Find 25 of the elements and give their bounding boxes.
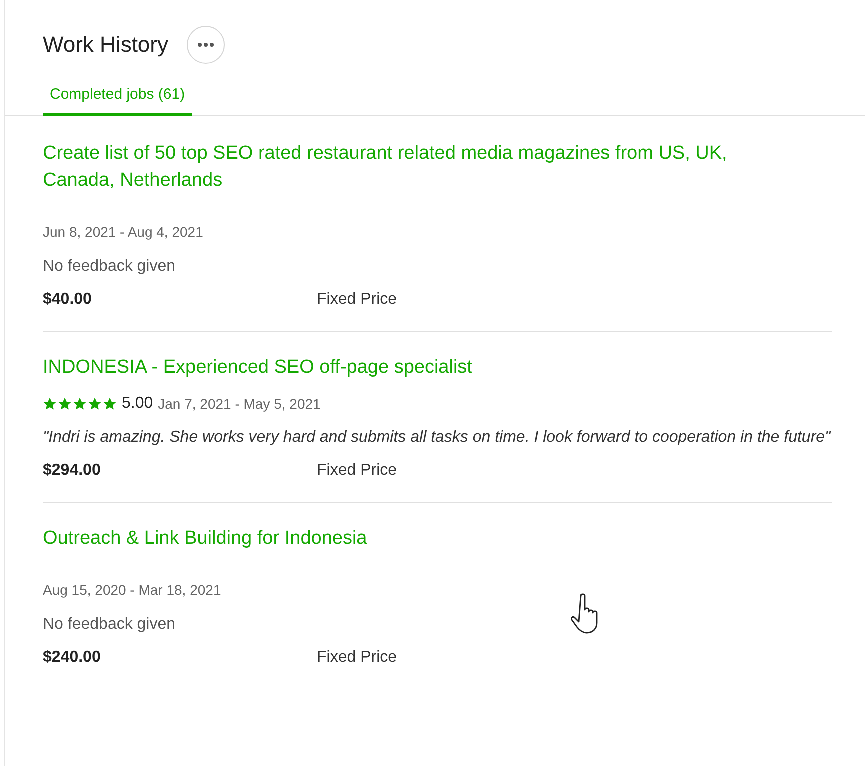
more-icon — [198, 43, 214, 47]
job-amount: $240.00 — [43, 649, 101, 666]
star-icon — [103, 397, 117, 411]
price-type: Fixed Price — [317, 649, 398, 667]
job-amount: $294.00 — [43, 462, 101, 479]
job-dates: Jan 7, 2021 - May 5, 2021 — [158, 396, 321, 412]
star-icon — [73, 397, 87, 411]
job-title-link[interactable]: Create list of 50 top SEO rated restaurant related media magazines from US, UK, Canada, Netherlands — [43, 140, 803, 194]
job-dates: Jun 8, 2021 - Aug 4, 2021 — [43, 224, 204, 240]
job-title-link[interactable]: Outreach & Link Building for Indonesia — [43, 525, 803, 552]
tab[interactable]: Completed jobs (61) — [43, 78, 192, 116]
section-title: Work History — [43, 32, 168, 58]
price-type: Fixed Price — [317, 291, 398, 309]
job-title-link[interactable]: INDONESIA - Experienced SEO off-page specialist — [43, 354, 803, 381]
rating-score: 5.00 — [122, 395, 154, 413]
price-type: Fixed Price — [317, 462, 398, 480]
star-icon — [88, 397, 102, 411]
job-dates: Aug 15, 2020 - Mar 18, 2021 — [43, 582, 222, 598]
job-amount: $40.00 — [43, 291, 92, 308]
feedback-status: No feedback given — [43, 257, 176, 277]
more-button[interactable] — [186, 26, 224, 64]
client-review: "Indri is amazing. She works very hard and submits all tasks on time. I look forward to cooperation in the future" — [43, 428, 831, 448]
feedback-status: No feedback given — [43, 615, 176, 635]
star-icon — [43, 397, 57, 411]
star-icon — [58, 397, 72, 411]
